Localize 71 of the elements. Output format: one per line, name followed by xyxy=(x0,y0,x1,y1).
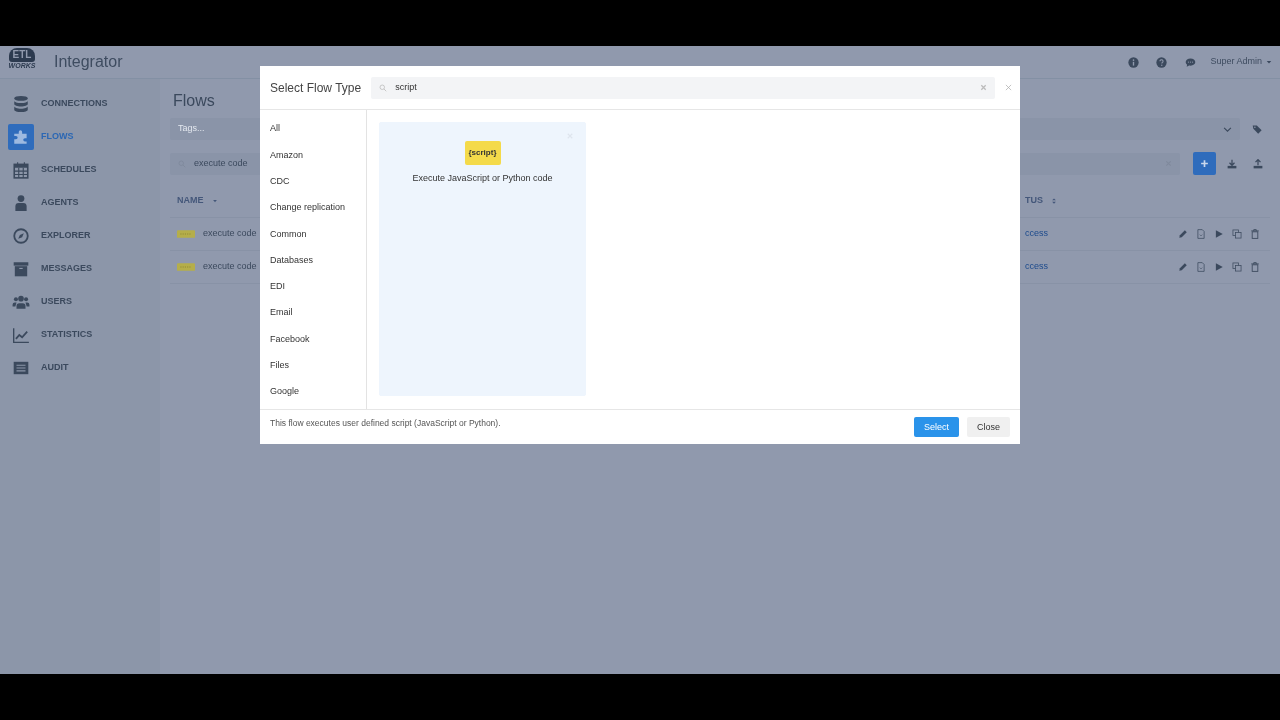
category-item[interactable]: Amazon xyxy=(260,142,366,169)
status-link[interactable]: ccess xyxy=(1025,261,1048,272)
sidebar-item[interactable]: AUDIT xyxy=(0,351,160,384)
copy-icon[interactable] xyxy=(1232,229,1242,239)
category-item[interactable]: Common xyxy=(260,221,366,248)
category-item[interactable]: EDI xyxy=(260,273,366,301)
app-title: Integrator xyxy=(54,52,123,72)
chevron-icon xyxy=(1223,124,1232,134)
script-icon xyxy=(177,262,195,272)
caret-icon xyxy=(1266,59,1272,65)
info-icon[interactable] xyxy=(1128,56,1140,68)
help-icon[interactable] xyxy=(1156,56,1168,68)
category-item[interactable]: Files xyxy=(260,352,366,379)
category-item[interactable]: Databases xyxy=(260,247,366,274)
search-field[interactable]: script xyxy=(371,76,995,99)
upload-icon[interactable] xyxy=(1253,158,1263,169)
script-icon xyxy=(177,229,195,239)
status-link[interactable]: ccess xyxy=(1025,228,1048,239)
column-header[interactable]: TUS xyxy=(1025,194,1043,208)
trash-icon[interactable] xyxy=(1250,229,1260,239)
script-icon: {script} xyxy=(464,141,501,165)
category-item[interactable]: Facebook xyxy=(260,326,366,353)
download-icon[interactable] xyxy=(1227,158,1237,169)
sidebar-item[interactable]: SCHEDULES xyxy=(0,153,160,186)
column-header[interactable]: NAME xyxy=(177,194,204,208)
description: This flow executes user defined script (JavaScript or Python). xyxy=(270,417,501,430)
calendar-icon xyxy=(12,160,30,179)
document-icon[interactable] xyxy=(1196,229,1206,239)
sidebar-item[interactable]: STATISTICS xyxy=(0,318,160,351)
add-button[interactable] xyxy=(1193,152,1216,175)
compass-icon xyxy=(12,226,30,245)
category-item[interactable]: CDC xyxy=(260,168,366,195)
sidebar-item[interactable]: AGENTS xyxy=(0,186,160,219)
close-button[interactable]: Close xyxy=(967,417,1010,437)
chat-icon[interactable] xyxy=(1184,56,1198,68)
play-icon[interactable] xyxy=(1214,229,1224,239)
category-item[interactable]: Google xyxy=(260,378,366,406)
archive-icon xyxy=(12,259,30,278)
flow-name[interactable]: execute code xyxy=(203,260,257,274)
sort-icon xyxy=(1051,197,1057,205)
edit-icon[interactable] xyxy=(1178,229,1188,239)
page-title: Flows xyxy=(173,92,216,110)
category-item[interactable]: Change replication xyxy=(260,194,366,222)
category-item[interactable]: All xyxy=(260,116,366,143)
document-icon[interactable] xyxy=(1196,262,1206,272)
edit-icon[interactable] xyxy=(1178,262,1188,272)
tag-icon[interactable] xyxy=(1252,123,1263,135)
sidebar-item[interactable]: FLOWS xyxy=(0,120,160,153)
sidebar-item[interactable]: USERS xyxy=(0,285,160,318)
puzzle-icon xyxy=(12,127,30,146)
user-menu[interactable]: Super Admin xyxy=(1210,55,1262,69)
flow-type-card[interactable]: {script} Execute JavaScript or Python code xyxy=(379,122,586,396)
sort-icon xyxy=(211,198,218,204)
select-button[interactable]: Select xyxy=(913,417,959,437)
database-icon xyxy=(12,94,30,113)
play-icon[interactable] xyxy=(1214,262,1224,272)
copy-icon[interactable] xyxy=(1232,262,1242,272)
plus-icon xyxy=(1200,159,1209,168)
sidebar-item[interactable]: MESSAGES xyxy=(0,252,160,285)
dialog-title: Select Flow Type xyxy=(270,79,362,97)
search-icon xyxy=(379,83,388,92)
close-icon[interactable] xyxy=(1005,84,1012,91)
sidebar-item[interactable]: CONNECTIONS xyxy=(0,87,160,120)
trash-icon[interactable] xyxy=(1250,262,1260,272)
category-item[interactable]: Email xyxy=(260,300,366,327)
person-icon xyxy=(12,193,30,212)
flow-type-label: Execute JavaScript or Python code xyxy=(412,172,553,185)
sidebar-item[interactable]: EXPLORER xyxy=(0,219,160,252)
line-chart-icon xyxy=(12,325,30,344)
clear-icon[interactable] xyxy=(980,84,987,91)
flow-name[interactable]: execute code xyxy=(203,227,257,241)
